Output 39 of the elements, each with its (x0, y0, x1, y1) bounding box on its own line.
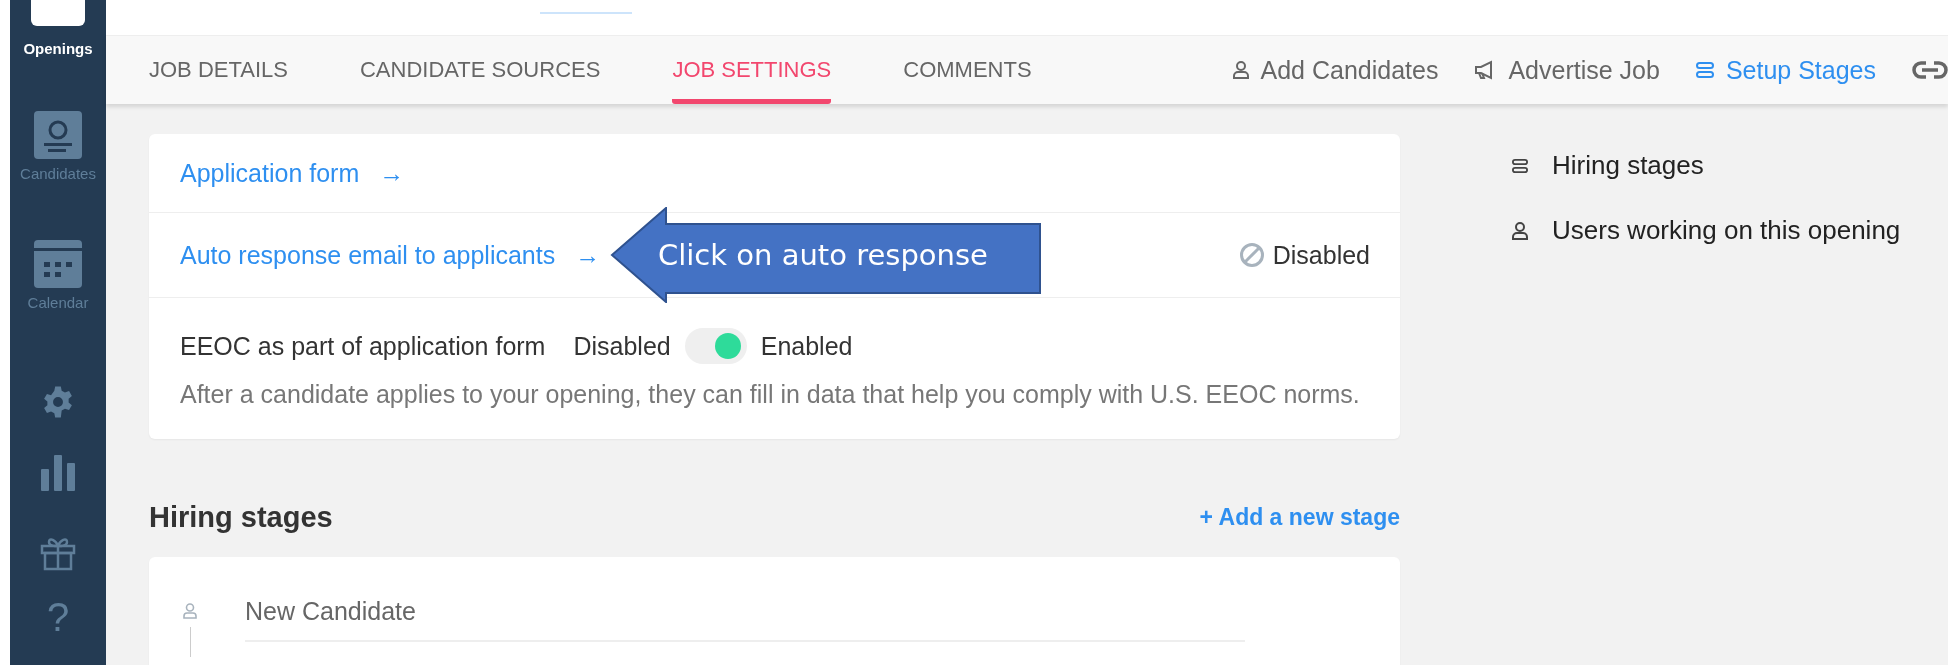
arrow-icon: → (379, 158, 405, 188)
callout-text: Click on auto response (658, 238, 988, 272)
toggle-label: Disabled (573, 331, 671, 361)
arrow-icon: → (575, 240, 601, 270)
side-link[interactable]: Hiring stages (1512, 150, 1901, 181)
action-link[interactable]: Add Candidates (1232, 55, 1439, 85)
settings-icon[interactable] (41, 385, 75, 419)
add-stage-link[interactable]: + Add a new stage (1199, 503, 1400, 531)
tab[interactable]: JOB DETAILS (149, 36, 288, 104)
sidebar-item[interactable]: Openings (23, 40, 93, 57)
link-icon[interactable] (1912, 60, 1948, 80)
profile-card-icon[interactable] (34, 111, 82, 159)
toggle-label: Enabled (760, 331, 853, 361)
side-link[interactable]: Users working on this opening (1512, 215, 1901, 246)
disabled-icon (1238, 242, 1265, 268)
sidebar-item[interactable]: Candidates (20, 165, 96, 182)
gift-icon[interactable] (40, 535, 76, 571)
sidebar-item[interactable]: Calendar (27, 294, 89, 311)
person-icon (183, 603, 197, 619)
action-link[interactable]: Setup Stages (1695, 55, 1876, 85)
status-text: Disabled (1272, 240, 1370, 270)
tab[interactable]: CANDIDATE SOURCES (359, 36, 601, 104)
person-icon (1512, 221, 1528, 240)
stages-icon (1512, 157, 1528, 174)
application-form-link[interactable]: Application form (180, 158, 360, 188)
toggle-switch[interactable] (684, 328, 747, 364)
eeoc-label: EEOC as part of application form (180, 331, 546, 361)
bar-chart-icon[interactable] (41, 455, 75, 491)
calendar-icon[interactable] (34, 240, 82, 288)
stages-icon (1695, 61, 1714, 79)
stage-name: New Candidate (245, 597, 1245, 642)
tab[interactable]: COMMENTS (903, 36, 1032, 104)
tab[interactable]: JOB SETTINGS (672, 36, 832, 104)
eeoc-note: After a candidate applies to your opening, they can fill in data that help you comply with U.S. EEOC norms. (180, 380, 1360, 409)
logo-icon (31, 0, 85, 26)
auto-response-link[interactable]: Auto response email to applicants (180, 240, 556, 270)
section-heading: Hiring stages (149, 500, 333, 534)
action-link[interactable]: Advertise Job (1474, 55, 1660, 85)
person-icon (1232, 61, 1249, 79)
